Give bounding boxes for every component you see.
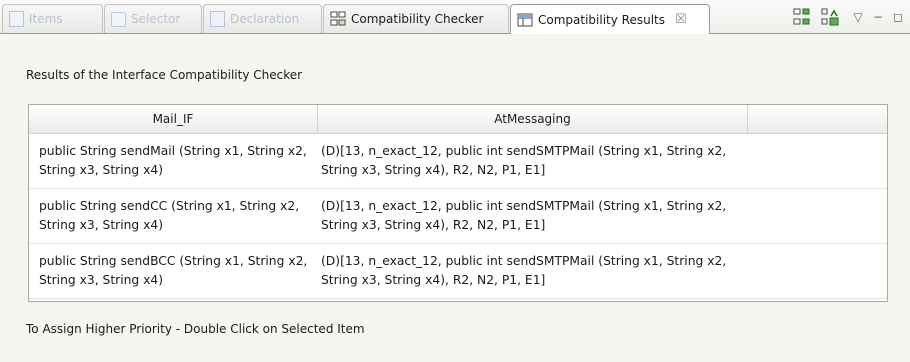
declaration-icon [210, 11, 225, 27]
table-row[interactable]: public String sendBCC (String x1, String… [29, 244, 887, 299]
minimize-icon[interactable]: − [868, 7, 888, 27]
selector-icon [111, 11, 126, 27]
tab-declaration[interactable]: Declaration [203, 4, 322, 33]
match-result-cell: (D)[13, n_exact_12, public int sendSMTPM… [321, 199, 727, 232]
close-icon[interactable]: ☒ [675, 12, 687, 27]
export-results-icon[interactable] [820, 7, 840, 27]
results-icon [517, 12, 533, 28]
tab-label: Compatibility Checker [351, 12, 484, 26]
tab-compatibility-checker[interactable]: Compatibility Checker [323, 4, 509, 33]
tab-compatibility-results[interactable]: Compatibility Results ☒ [510, 4, 710, 34]
maximize-icon[interactable]: ◻ [888, 7, 908, 27]
results-table[interactable]: Mail_IF AtMessaging public String sendMa… [28, 104, 888, 302]
tab-label: Selector [131, 12, 181, 26]
match-result-cell: (D)[13, n_exact_12, public int sendSMTPM… [321, 144, 727, 177]
tab-selector[interactable]: Selector [104, 4, 202, 33]
column-header-mail-if[interactable]: Mail_IF [29, 105, 318, 133]
checker-icon [330, 11, 346, 27]
tab-label: Declaration [230, 12, 300, 26]
run-checker-icon[interactable] [792, 7, 812, 27]
column-header-atmessaging[interactable]: AtMessaging [318, 105, 748, 133]
table-header: Mail_IF AtMessaging [29, 105, 887, 134]
column-header-filler [748, 105, 887, 133]
table-row[interactable]: public String sendCC (String x1, String … [29, 189, 887, 244]
view-tab-bar: Items Selector Declaration Compatibility… [0, 0, 910, 34]
interface-method-cell: public String sendCC (String x1, String … [39, 199, 300, 232]
match-result-cell: (D)[13, n_exact_12, public int sendSMTPM… [321, 254, 727, 287]
tab-label: Items [29, 12, 63, 26]
interface-method-cell: public String sendMail (String x1, Strin… [39, 144, 307, 177]
document-icon [9, 11, 24, 27]
view-menu-icon[interactable]: ▽ [848, 7, 868, 27]
results-description: Results of the Interface Compatibility C… [26, 68, 303, 82]
table-row[interactable]: public String sendMail (String x1, Strin… [29, 134, 887, 189]
tab-label: Compatibility Results [538, 12, 665, 27]
interface-method-cell: public String sendBCC (String x1, String… [39, 254, 308, 287]
priority-hint: To Assign Higher Priority - Double Click… [26, 322, 365, 336]
tab-items[interactable]: Items [2, 4, 103, 33]
